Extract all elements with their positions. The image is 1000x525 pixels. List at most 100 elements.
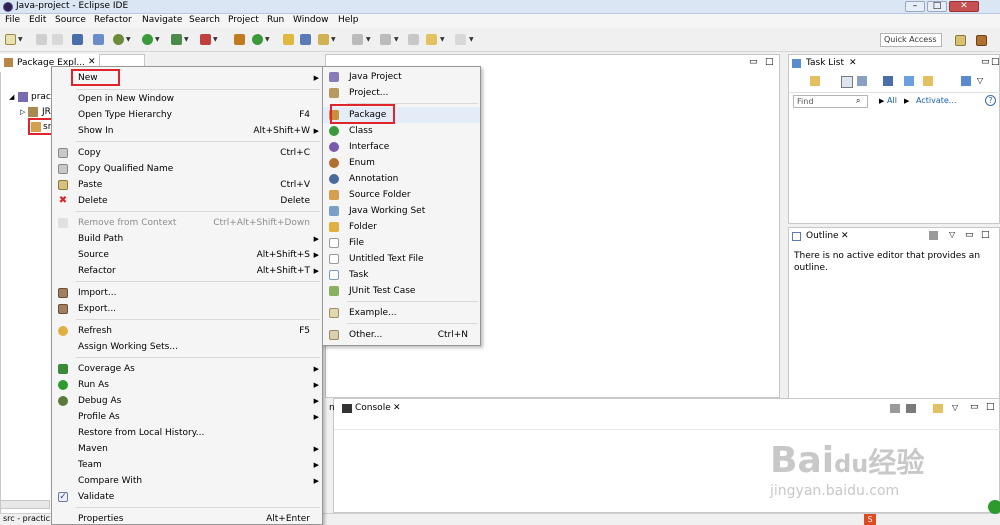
scheduled-icon[interactable] <box>857 76 867 86</box>
pen-icon[interactable] <box>318 34 329 45</box>
submenu-item-class[interactable]: Class <box>323 123 480 139</box>
sync-icon[interactable] <box>923 76 933 86</box>
maximize-icon[interactable]: □ <box>991 57 1000 67</box>
menu-item-run-as[interactable]: Run As ▶ <box>52 377 322 393</box>
menu-item-import[interactable]: Import... <box>52 285 322 301</box>
back-icon[interactable] <box>426 34 437 45</box>
minimize-icon[interactable]: ▭ <box>981 57 990 67</box>
menu-item-paste[interactable]: Paste Ctrl+V <box>52 177 322 193</box>
expand-icon[interactable]: ◢ <box>9 93 14 101</box>
menu-item-profile-as[interactable]: Profile As ▶ <box>52 409 322 425</box>
minimize-icon[interactable]: ▭ <box>965 230 974 240</box>
skip-breakpoints-icon[interactable] <box>93 34 104 45</box>
submenu-item-junit-test-case[interactable]: JUnit Test Case <box>323 283 480 299</box>
submenu-item-source-folder[interactable]: Source Folder <box>323 187 480 203</box>
help-icon[interactable]: ? <box>985 95 996 106</box>
menu-help[interactable]: Help <box>338 15 359 25</box>
menu-navigate[interactable]: Navigate <box>142 15 182 25</box>
submenu-item-other[interactable]: Other... Ctrl+N <box>323 327 480 343</box>
chevron-down-icon[interactable]: ▼ <box>184 36 189 43</box>
chevron-down-icon[interactable]: ▼ <box>155 36 160 43</box>
quick-access-input[interactable]: Quick Access <box>880 33 942 47</box>
collapse-icon[interactable]: ▷ <box>20 108 25 116</box>
submenu-item-folder[interactable]: Folder <box>323 219 480 235</box>
view-menu-icon[interactable]: ▽ <box>949 230 955 239</box>
menu-item-validate[interactable]: ✓ Validate <box>52 489 322 505</box>
menu-item-refactor[interactable]: Refactor Alt+Shift+T ▶ <box>52 263 322 279</box>
all-link[interactable]: All <box>887 96 897 105</box>
debug-icon[interactable] <box>113 34 124 45</box>
tree-item-jre[interactable]: JR <box>42 107 51 117</box>
close-icon[interactable]: ✕ <box>841 231 849 241</box>
chevron-down-icon[interactable]: ▼ <box>440 36 445 43</box>
menu-item-compare-with[interactable]: Compare With ▶ <box>52 473 322 489</box>
new-java-package-icon[interactable] <box>234 34 245 45</box>
menu-item-coverage-as[interactable]: Coverage As ▶ <box>52 361 322 377</box>
menu-item-team[interactable]: Team ▶ <box>52 457 322 473</box>
submenu-item-interface[interactable]: Interface <box>323 139 480 155</box>
submenu-item-java-working-set[interactable]: Java Working Set <box>323 203 480 219</box>
save-icon[interactable] <box>36 34 47 45</box>
menu-item-maven[interactable]: Maven ▶ <box>52 441 322 457</box>
prev-annotation-icon[interactable] <box>380 34 391 45</box>
hide-completed-icon[interactable] <box>883 76 893 86</box>
horizontal-scrollbar[interactable] <box>0 500 50 509</box>
menu-item-delete[interactable]: ✖ Delete Delete <box>52 193 322 209</box>
chevron-down-icon[interactable]: ▼ <box>213 36 218 43</box>
submenu-item-enum[interactable]: Enum <box>323 155 480 171</box>
run-icon[interactable] <box>142 34 153 45</box>
submenu-item-untitled-text-file[interactable]: Untitled Text File <box>323 251 480 267</box>
task-list-tab-label[interactable]: Task List <box>806 58 844 68</box>
maximize-icon[interactable]: □ <box>981 230 990 240</box>
console-tab-label[interactable]: Console <box>355 403 391 413</box>
ime-icon[interactable]: S <box>864 514 876 525</box>
submenu-item-task[interactable]: Task <box>323 267 480 283</box>
submenu-item-project[interactable]: Project... <box>323 85 480 101</box>
open-console-icon[interactable] <box>933 404 943 413</box>
search-icon[interactable] <box>300 34 311 45</box>
next-annotation-icon[interactable] <box>352 34 363 45</box>
menu-project[interactable]: Project <box>228 15 259 25</box>
console-icon[interactable] <box>72 34 83 45</box>
menu-window[interactable]: Window <box>293 15 329 25</box>
minimize-icon[interactable]: ▭ <box>749 57 758 67</box>
chevron-down-icon[interactable]: ▼ <box>366 36 371 43</box>
menu-item-open-type-hierarchy[interactable]: Open Type Hierarchy F4 <box>52 107 322 123</box>
view-menu-icon[interactable]: ▽ <box>952 403 958 412</box>
menu-item-properties[interactable]: Properties Alt+Enter <box>52 511 322 525</box>
menu-item-refresh[interactable]: Refresh F5 <box>52 323 322 339</box>
external-tools-icon[interactable] <box>200 34 211 45</box>
submenu-item-java-project[interactable]: Java Project <box>323 69 480 85</box>
close-button[interactable]: ✕ <box>949 1 979 12</box>
new-task-icon[interactable] <box>810 76 820 86</box>
open-perspective-icon[interactable] <box>955 35 966 46</box>
menu-file[interactable]: File <box>5 15 20 25</box>
menu-item-source[interactable]: Source Alt+Shift+S ▶ <box>52 247 322 263</box>
chevron-down-icon[interactable]: ▼ <box>18 36 23 43</box>
categorized-icon[interactable] <box>841 76 853 88</box>
menu-search[interactable]: Search <box>189 15 220 25</box>
menu-refactor[interactable]: Refactor <box>94 15 132 25</box>
chevron-down-icon[interactable]: ▼ <box>126 36 131 43</box>
menu-run[interactable]: Run <box>267 15 284 25</box>
java-perspective-icon[interactable] <box>976 35 987 46</box>
display-console-icon[interactable] <box>906 404 916 413</box>
close-icon[interactable]: ✕ <box>393 403 401 413</box>
menu-item-show-in[interactable]: Show In Alt+Shift+W ▶ <box>52 123 322 139</box>
menu-item-assign-working-sets[interactable]: Assign Working Sets... <box>52 339 322 355</box>
save-all-icon[interactable] <box>52 34 63 45</box>
pin-console-icon[interactable] <box>890 404 900 413</box>
minimize-button[interactable]: – <box>905 1 925 12</box>
submenu-item-annotation[interactable]: Annotation <box>323 171 480 187</box>
open-type-icon[interactable] <box>283 34 294 45</box>
coverage-icon[interactable] <box>171 34 182 45</box>
hidden-tab-label[interactable]: n <box>329 403 335 413</box>
new-class-icon[interactable] <box>252 34 263 45</box>
submenu-item-example[interactable]: Example... <box>323 305 480 321</box>
search-icon[interactable]: ⌕ <box>856 96 860 106</box>
menu-item-debug-as[interactable]: Debug As ▶ <box>52 393 322 409</box>
minimize-icon[interactable]: ▭ <box>970 402 979 412</box>
menu-edit[interactable]: Edit <box>29 15 46 25</box>
chevron-down-icon[interactable]: ▼ <box>331 36 336 43</box>
focus-icon[interactable] <box>929 231 938 240</box>
